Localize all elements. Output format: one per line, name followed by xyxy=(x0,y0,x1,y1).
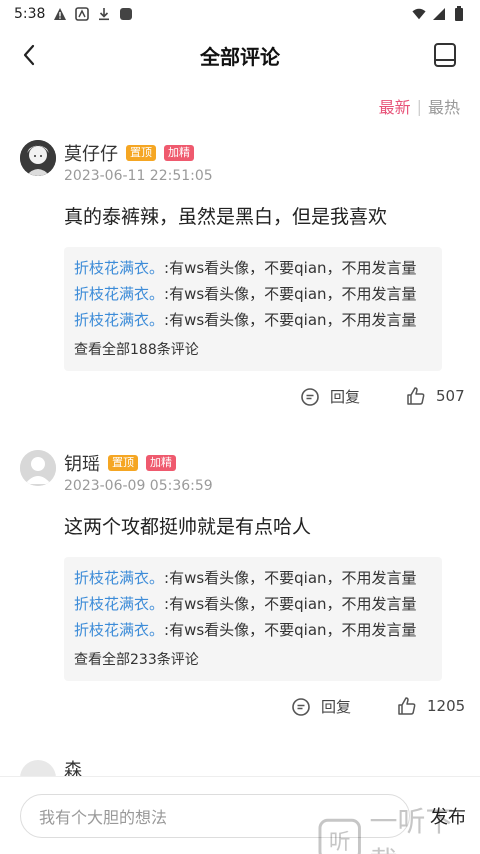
wifi-icon xyxy=(412,7,426,21)
like-count: 507 xyxy=(436,387,465,405)
comment-time: 2023-06-09 05:36:59 xyxy=(64,478,213,494)
page-title: 全部评论 xyxy=(200,44,280,69)
pinned-badge: 置顶 xyxy=(126,145,156,161)
comment-time: 2023-06-11 22:51:05 xyxy=(64,168,213,184)
chat-bubble-icon xyxy=(292,697,310,716)
sort-latest[interactable]: 最新 xyxy=(379,94,411,118)
status-right xyxy=(412,6,466,21)
chat-bubble-icon xyxy=(301,387,319,406)
reply-item[interactable]: 折枝花满衣。:有ws看头像，不要qian，不用发言量 xyxy=(74,307,432,333)
avatar[interactable] xyxy=(20,140,56,176)
sort-divider: | xyxy=(416,96,422,116)
notification-icon xyxy=(119,7,133,21)
reply-item[interactable]: 折枝花满衣。:有ws看头像，不要qian，不用发言量 xyxy=(74,565,432,591)
reply-button[interactable]: 回复 xyxy=(300,386,360,407)
comment-item: 莫仔仔 置顶 加精 2023-06-11 22:51:05 真的泰裤辣，虽然是黑… xyxy=(0,130,480,420)
back-button[interactable] xyxy=(14,40,44,70)
reply-item[interactable]: 折枝花满衣。:有ws看头像，不要qian，不用发言量 xyxy=(74,255,432,281)
reply-user[interactable]: 折枝花满衣。 xyxy=(74,569,164,587)
reply-text: :有ws看头像，不要qian，不用发言量 xyxy=(164,259,417,277)
pinned-badge: 置顶 xyxy=(108,455,138,471)
reply-text: :有ws看头像，不要qian，不用发言量 xyxy=(164,311,417,329)
download-icon xyxy=(97,7,111,21)
featured-badge: 加精 xyxy=(164,145,194,161)
reply-box: 折枝花满衣。:有ws看头像，不要qian，不用发言量 折枝花满衣。:有ws看头像… xyxy=(64,247,442,371)
sort-toggle: 最新 | 最热 xyxy=(379,94,460,118)
reply-text: :有ws看头像，不要qian，不用发言量 xyxy=(164,595,417,613)
reply-user[interactable]: 折枝花满衣。 xyxy=(74,259,164,277)
reply-item[interactable]: 折枝花满衣。:有ws看头像，不要qian，不用发言量 xyxy=(74,591,432,617)
user-name[interactable]: 莫仔仔 xyxy=(64,140,118,166)
status-time: 5:38 xyxy=(14,6,46,22)
reply-user[interactable]: 折枝花满衣。 xyxy=(74,595,164,613)
thumbs-up-icon xyxy=(407,387,425,405)
reply-text: :有ws看头像，不要qian，不用发言量 xyxy=(164,285,417,303)
thumbs-up-icon xyxy=(398,697,416,715)
reply-button[interactable]: 回复 xyxy=(291,696,351,717)
featured-badge: 加精 xyxy=(146,455,176,471)
watermark-logo-icon: 听 xyxy=(318,818,361,854)
comment-item: 钥瑶 置顶 加精 2023-06-09 05:36:59 这两个攻都挺帅就是有点… xyxy=(0,440,480,740)
book-button[interactable] xyxy=(430,40,460,70)
view-all-replies-link[interactable]: 查看全部233条评论 xyxy=(74,643,432,681)
user-row: 莫仔仔 置顶 加精 xyxy=(64,140,194,166)
reply-user[interactable]: 折枝花满衣。 xyxy=(74,285,164,303)
battery-icon xyxy=(452,6,466,21)
comment-content: 这两个攻都挺帅就是有点哈人 xyxy=(64,516,312,538)
reply-user[interactable]: 折枝花满衣。 xyxy=(74,621,164,639)
app-icon xyxy=(75,7,90,21)
reply-label: 回复 xyxy=(330,388,361,406)
watermark-text: 一听下载 xyxy=(369,805,454,854)
nav-bar: 全部评论 xyxy=(0,28,480,82)
comment-content: 真的泰裤辣，虽然是黑白，但是我喜欢 xyxy=(64,206,388,228)
reply-item[interactable]: 折枝花满衣。:有ws看头像，不要qian，不用发言量 xyxy=(74,617,432,643)
watermark: 听 一听下载 xyxy=(318,800,480,854)
reply-text: :有ws看头像，不要qian，不用发言量 xyxy=(164,569,417,587)
book-icon xyxy=(434,43,456,67)
chevron-left-icon xyxy=(23,44,35,66)
status-left: 5:38 xyxy=(14,6,133,22)
like-button[interactable]: 1205 xyxy=(397,696,465,716)
like-count: 1205 xyxy=(427,697,466,715)
reply-label: 回复 xyxy=(321,698,352,716)
view-all-replies-link[interactable]: 查看全部188条评论 xyxy=(74,333,432,371)
svg-text:听: 听 xyxy=(329,830,351,854)
reply-item[interactable]: 折枝花满衣。:有ws看头像，不要qian，不用发言量 xyxy=(74,281,432,307)
avatar[interactable] xyxy=(20,450,56,486)
reply-box: 折枝花满衣。:有ws看头像，不要qian，不用发言量 折枝花满衣。:有ws看头像… xyxy=(64,557,442,681)
like-button[interactable]: 507 xyxy=(406,386,465,406)
status-bar: 5:38 xyxy=(0,0,480,28)
reply-text: :有ws看头像，不要qian，不用发言量 xyxy=(164,621,417,639)
user-name[interactable]: 钥瑶 xyxy=(64,450,100,476)
sort-hottest[interactable]: 最热 xyxy=(428,94,460,118)
reply-user[interactable]: 折枝花满衣。 xyxy=(74,311,164,329)
signal-icon xyxy=(432,7,446,21)
warning-icon xyxy=(53,7,67,21)
user-row: 钥瑶 置顶 加精 xyxy=(64,450,176,476)
